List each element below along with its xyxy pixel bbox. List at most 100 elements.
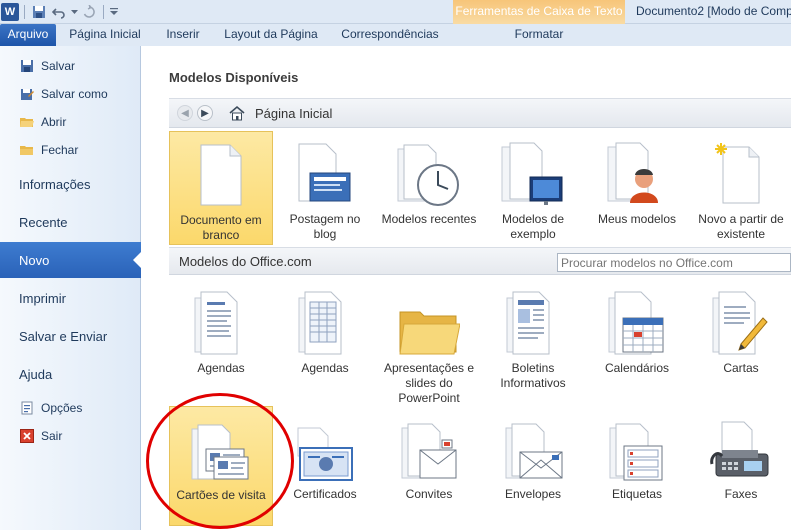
- contextual-tab-group-label: Ferramentas de Caixa de Texto: [455, 4, 623, 18]
- save-as-label: Salvar como: [41, 87, 108, 101]
- nav-tab-new[interactable]: Novo: [0, 242, 142, 278]
- letter-icon: [706, 280, 776, 356]
- exit-command[interactable]: Sair: [0, 424, 141, 448]
- quick-access-toolbar: W: [0, 0, 119, 24]
- template-label: Etiquetas: [611, 487, 663, 501]
- redo-icon[interactable]: [80, 3, 98, 21]
- invitation-icon: [394, 406, 464, 482]
- template-label: Convites: [405, 487, 453, 501]
- open-folder-icon: [20, 115, 34, 129]
- newsletter-icon: [498, 280, 568, 356]
- template-tile-invitations[interactable]: Convites: [377, 406, 481, 526]
- exit-label: Sair: [41, 429, 63, 443]
- template-tile-blog-post[interactable]: Postagem no blog: [273, 131, 377, 245]
- ribbon-tab-strip: Arquivo Página Inicial Inserir Layout da…: [0, 24, 791, 46]
- tab-file[interactable]: Arquivo: [0, 24, 56, 46]
- template-tile-calendars[interactable]: Calendários: [585, 280, 689, 400]
- close-command[interactable]: Fechar: [0, 138, 141, 162]
- nav-tab-save-send[interactable]: Salvar e Enviar: [0, 318, 141, 354]
- save-icon: [20, 59, 34, 73]
- undo-dropdown-icon[interactable]: [70, 3, 78, 21]
- template-tile-new-from-existing[interactable]: Novo a partir de existente: [689, 131, 791, 245]
- template-label: Certificados: [293, 487, 357, 501]
- backstage-nav: Salvar Salvar como Abrir Fechar Informaç…: [0, 46, 142, 530]
- envelope-icon: [498, 406, 568, 482]
- close-folder-icon: [20, 143, 34, 157]
- nav-tab-recent[interactable]: Recente: [0, 204, 141, 240]
- template-label: Documento em branco: [180, 213, 262, 242]
- template-label: Agendas: [301, 361, 349, 375]
- template-tile-faxes[interactable]: Faxes: [689, 406, 791, 526]
- options-command[interactable]: Opções: [0, 396, 141, 420]
- template-tile-agendas[interactable]: Agendas: [169, 280, 273, 400]
- template-label: Cartas: [723, 361, 759, 375]
- template-tile-letters[interactable]: Cartas: [689, 280, 791, 400]
- title-bar: W Ferramentas de Caixa de Texto Document…: [0, 0, 791, 46]
- save-as-icon: [20, 87, 34, 101]
- my-templates-icon: [602, 131, 672, 207]
- exit-icon: [20, 429, 34, 443]
- tab-mailings[interactable]: Correspondências: [330, 24, 450, 46]
- template-tile-envelopes[interactable]: Envelopes: [481, 406, 585, 526]
- nav-tab-info[interactable]: Informações: [0, 166, 141, 202]
- forward-arrow-icon[interactable]: ▶: [197, 105, 213, 121]
- office-templates-bar: Modelos do Office.com: [169, 247, 791, 275]
- template-tile-newsletters[interactable]: Boletins Informativos: [481, 280, 585, 400]
- home-icon[interactable]: [229, 105, 245, 121]
- fax-icon: [706, 406, 776, 482]
- template-label: Agendas: [197, 361, 245, 375]
- template-tile-blank-document[interactable]: Documento em branco: [169, 131, 273, 245]
- undo-icon[interactable]: [50, 3, 68, 21]
- word-backstage-window: W Ferramentas de Caixa de Texto Document…: [0, 0, 791, 530]
- agenda-icon: [186, 280, 256, 356]
- agenda-table-icon: [290, 280, 360, 356]
- template-tile-labels[interactable]: Etiquetas: [585, 406, 689, 526]
- open-command[interactable]: Abrir: [0, 110, 141, 134]
- recent-templates-icon: [394, 131, 464, 207]
- tab-home[interactable]: Página Inicial: [60, 24, 150, 46]
- new-from-existing-icon: [706, 131, 776, 207]
- save-command[interactable]: Salvar: [0, 54, 141, 78]
- open-label: Abrir: [41, 115, 67, 129]
- word-app-icon[interactable]: W: [1, 3, 19, 21]
- template-tile-my-templates[interactable]: Meus modelos: [585, 131, 689, 245]
- template-label: Novo a partir de existente: [698, 212, 784, 241]
- document-title: Documento2 [Modo de Comp: [636, 4, 791, 18]
- template-label: Postagem no blog: [289, 212, 361, 241]
- qat-separator: [103, 5, 104, 19]
- template-label: Faxes: [724, 487, 758, 501]
- template-label: Apresentações e slides do PowerPoint: [383, 361, 475, 405]
- office-templates-title: Modelos do Office.com: [179, 254, 312, 269]
- folder-icon: [394, 280, 464, 356]
- save-as-command[interactable]: Salvar como: [0, 82, 141, 106]
- available-templates-title: Modelos Disponíveis: [169, 70, 299, 85]
- sample-templates-icon: [498, 131, 568, 207]
- template-label: Modelos recentes: [381, 212, 477, 226]
- blank-document-icon: [186, 132, 256, 208]
- breadcrumb: Página Inicial: [255, 105, 333, 121]
- tab-format[interactable]: Formatar: [453, 24, 625, 46]
- back-arrow-icon[interactable]: ◀: [177, 105, 193, 121]
- options-label: Opções: [41, 401, 83, 415]
- certificate-icon: [290, 406, 360, 482]
- nav-tab-help[interactable]: Ajuda: [0, 356, 141, 392]
- nav-tab-print[interactable]: Imprimir: [0, 280, 141, 316]
- template-label: Boletins Informativos: [500, 361, 566, 390]
- save-icon[interactable]: [30, 3, 48, 21]
- options-icon: [20, 401, 34, 415]
- tab-insert[interactable]: Inserir: [155, 24, 211, 46]
- template-tile-recent-templates[interactable]: Modelos recentes: [377, 131, 481, 245]
- calendar-icon: [602, 280, 672, 356]
- customize-qat-icon[interactable]: [109, 3, 119, 21]
- office-template-search-input[interactable]: [557, 253, 791, 272]
- template-label: Calendários: [604, 361, 670, 375]
- tab-page-layout[interactable]: Layout da Página: [216, 24, 326, 46]
- save-label: Salvar: [41, 59, 76, 73]
- close-label: Fechar: [41, 143, 79, 157]
- qat-separator: [24, 5, 25, 19]
- template-navigation-bar: ◀ ▶ Página Inicial: [169, 98, 791, 128]
- word-icon-letter: W: [4, 6, 16, 18]
- template-tile-agendas-table[interactable]: Agendas: [273, 280, 377, 400]
- labels-icon: [602, 406, 672, 482]
- template-tile-sample-templates[interactable]: Modelos de exemplo: [481, 131, 585, 245]
